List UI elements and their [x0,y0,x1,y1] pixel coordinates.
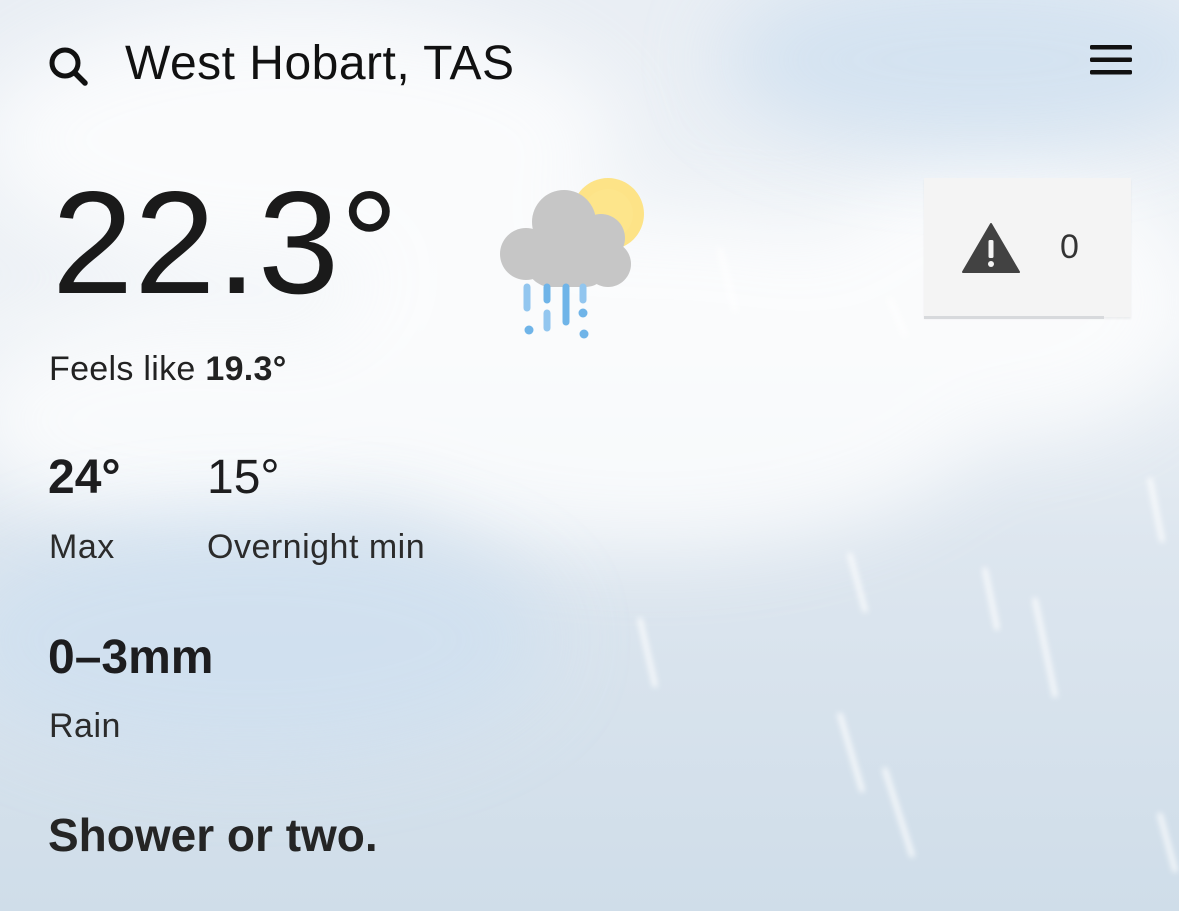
rain-cloud-sun-icon [500,178,644,339]
warning-triangle-icon [962,223,1020,273]
hamburger-menu-icon [1090,45,1132,75]
max-temperature-value: 24° [48,451,121,504]
overnight-min-label: Overnight min [207,528,426,566]
rain-amount-label: Rain [49,707,121,745]
menu-button[interactable] [1086,38,1136,82]
rain-amount-value: 0–3mm [48,631,214,684]
max-temperature-label: Max [49,528,115,566]
feels-like-label: Feels like [49,350,196,388]
overnight-min-value: 15° [207,451,280,504]
location-title[interactable]: West Hobart, TAS [125,36,514,91]
search-icon [49,47,88,86]
warnings-card[interactable]: 0 [924,178,1131,319]
forecast-summary: Shower or two. [48,809,378,861]
search-button[interactable] [44,42,92,90]
warnings-count: 0 [1060,228,1079,266]
current-temperature: 22.3° [52,161,400,324]
feels-like: Feels like 19.3° [49,350,287,389]
feels-like-value: 19.3° [205,350,287,388]
card-underline [924,316,1104,319]
